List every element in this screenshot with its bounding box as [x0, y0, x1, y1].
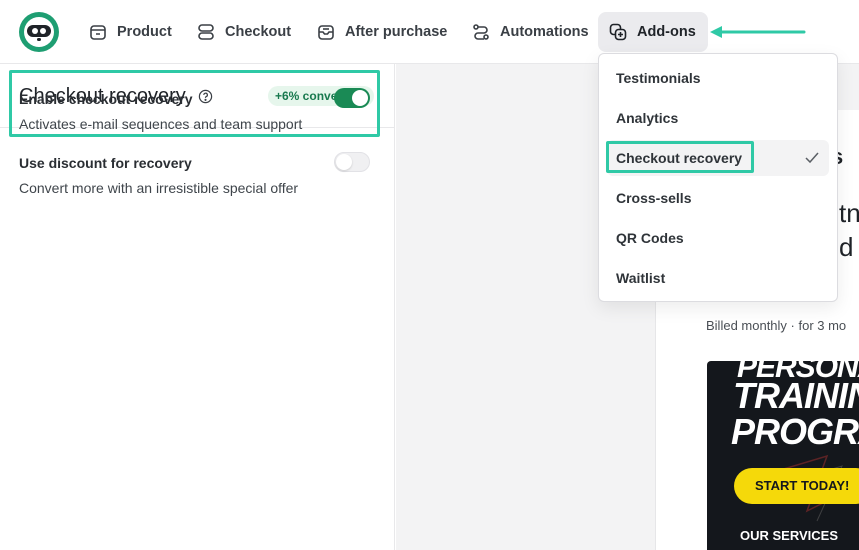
- toggle-knob: [352, 90, 368, 106]
- banner-line: PROGRAM: [731, 411, 859, 452]
- start-today-button[interactable]: START TODAY!: [734, 468, 859, 504]
- dropdown-item-qr-codes[interactable]: QR Codes: [607, 220, 829, 256]
- nav-item-add-ons[interactable]: Add-ons: [598, 12, 708, 52]
- enable-recovery-toggle[interactable]: [334, 88, 370, 108]
- setting-title: Enable checkout recovery: [19, 91, 193, 107]
- nav-item-label: After purchase: [345, 24, 448, 40]
- logo-nose: [37, 38, 41, 41]
- annotation-arrow-icon: [710, 26, 806, 38]
- nav-item-product[interactable]: Product: [78, 12, 182, 52]
- billing-text: Billed monthly · for 3 mo: [706, 318, 847, 333]
- toggle-knob: [336, 154, 352, 170]
- stack-icon: [198, 24, 214, 40]
- dropdown-item-analytics[interactable]: Analytics: [607, 100, 829, 136]
- nav-item-automations[interactable]: Automations: [461, 12, 599, 52]
- box-icon: [90, 25, 106, 40]
- route-icon: [473, 24, 489, 40]
- preview-title-fragment: d: [839, 232, 854, 262]
- logo-mask: [27, 25, 51, 37]
- nav-item-after-purchase[interactable]: After purchase: [306, 12, 457, 52]
- add-ons-icon: [609, 23, 627, 41]
- nav-item-label: Add-ons: [637, 24, 696, 40]
- logo-right-eye: [40, 28, 46, 34]
- inbox-icon: [318, 25, 334, 40]
- dropdown-item-waitlist[interactable]: Waitlist: [607, 260, 829, 296]
- setting-enable-checkout-recovery: Enable checkout recovery Activates e-mai…: [19, 91, 374, 132]
- setting-description: Activates e-mail sequences and team supp…: [19, 116, 303, 132]
- check-icon: [805, 152, 819, 164]
- logo-left-eye: [32, 28, 38, 34]
- sloth-logo-icon[interactable]: [19, 12, 59, 52]
- discount-toggle[interactable]: [334, 152, 370, 172]
- logo-face: [24, 17, 54, 47]
- services-heading: OUR SERVICES: [740, 528, 839, 543]
- dropdown-item-testimonials[interactable]: Testimonials: [607, 60, 829, 96]
- dropdown-item-cross-sells[interactable]: Cross-sells: [607, 180, 829, 216]
- setting-use-discount: Use discount for recovery Convert more w…: [19, 155, 374, 196]
- preview-title-fragment: tn: [839, 198, 859, 228]
- nav-item-checkout[interactable]: Checkout: [186, 12, 301, 52]
- nav-item-label: Automations: [500, 24, 589, 40]
- add-ons-dropdown: Testimonials Analytics Checkout recovery…: [598, 53, 838, 302]
- setting-description: Convert more with an irresistible specia…: [19, 180, 299, 196]
- product-banner-image: PERSONAL TRAINING PROGRAM: [707, 361, 859, 550]
- highlight-box: [606, 141, 754, 173]
- setting-title: Use discount for recovery: [19, 155, 192, 171]
- nav-item-label: Product: [117, 24, 172, 40]
- nav-item-label: Checkout: [225, 24, 292, 40]
